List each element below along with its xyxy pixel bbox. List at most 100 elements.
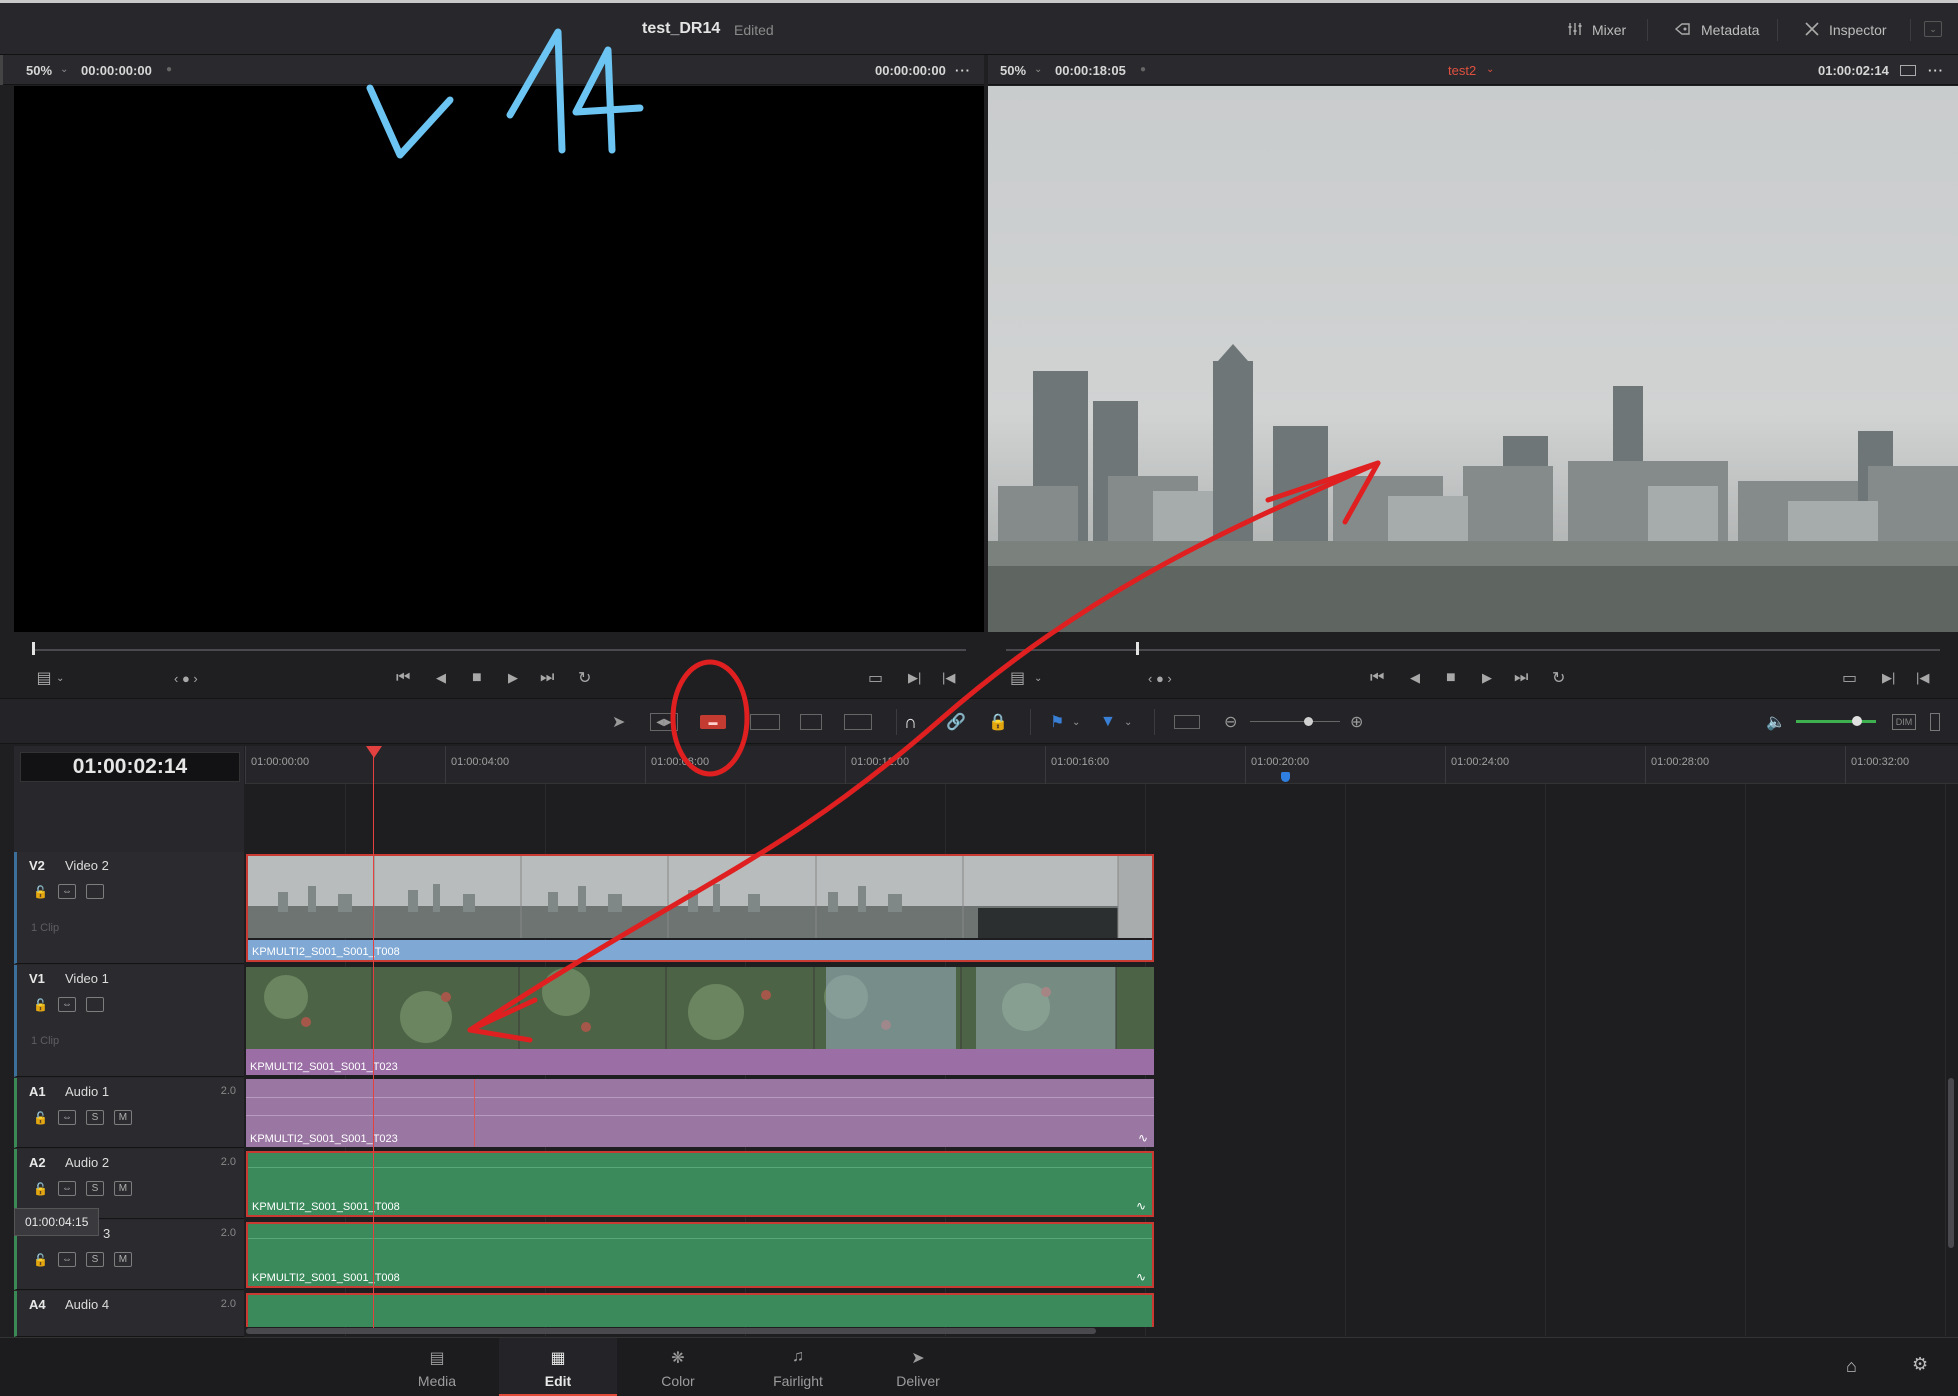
audio-curve-icon[interactable]: ∿ bbox=[1136, 1199, 1146, 1213]
source-zoom[interactable]: 50% bbox=[26, 63, 52, 78]
playhead-handle[interactable] bbox=[366, 746, 382, 758]
vertical-scrollbar[interactable] bbox=[1948, 1078, 1954, 1248]
insert-clip-icon[interactable] bbox=[750, 714, 780, 730]
timeline-marker[interactable] bbox=[1281, 772, 1290, 782]
dim-button[interactable]: DIM bbox=[1892, 714, 1916, 730]
audio-curve-icon[interactable]: ∿ bbox=[1136, 1270, 1146, 1284]
horizontal-scrollbar[interactable] bbox=[246, 1328, 1096, 1334]
track-header-v1[interactable]: V1 Video 1 🔓 ⇔ 1 Clip bbox=[14, 965, 244, 1077]
solo-button[interactable]: S bbox=[85, 1181, 104, 1196]
timeline-ruler[interactable]: 01:00:00:00 01:00:04:00 01:00:08:00 01:0… bbox=[245, 746, 1958, 784]
go-to-end-icon[interactable]: ⏭ bbox=[1514, 669, 1528, 687]
lock-icon[interactable]: 🔓 bbox=[33, 1182, 48, 1196]
loop-icon[interactable]: ↻ bbox=[1552, 668, 1565, 688]
track-name[interactable]: Video 1 bbox=[65, 971, 109, 986]
mark-out-icon[interactable]: ▶| bbox=[908, 670, 921, 686]
auto-select-icon[interactable]: ⇔ bbox=[57, 997, 76, 1012]
play-reverse-icon[interactable]: ◀ bbox=[436, 670, 446, 686]
auto-select-icon[interactable]: ⇔ bbox=[57, 884, 76, 899]
clip-v2[interactable]: KPMULTI2_S001_S001_T008 bbox=[246, 854, 1154, 962]
track-name[interactable]: Audio 2 bbox=[65, 1155, 109, 1170]
clip-view-icon[interactable]: ▤ bbox=[1010, 668, 1025, 688]
chevron-down-icon[interactable]: ⌄ bbox=[56, 673, 64, 684]
selection-tool-icon[interactable]: ➤ bbox=[612, 711, 625, 733]
lock-icon[interactable]: 🔓 bbox=[33, 1111, 48, 1125]
metadata-button[interactable]: Metadata bbox=[1674, 15, 1759, 45]
solo-button[interactable]: S bbox=[85, 1252, 104, 1267]
source-scrub-head[interactable] bbox=[32, 642, 35, 655]
trim-tool-icon[interactable]: ◀▶ bbox=[650, 713, 678, 731]
clip-a4[interactable] bbox=[246, 1293, 1154, 1327]
clip-v1[interactable]: KPMULTI2_S001_S001_T023 bbox=[246, 967, 1154, 1075]
gear-icon[interactable]: ⚙ bbox=[1912, 1354, 1928, 1375]
lock-icon[interactable]: 🔓 bbox=[33, 998, 48, 1012]
go-to-end-icon[interactable]: ⏭ bbox=[540, 669, 554, 687]
timeline-viewer[interactable] bbox=[988, 86, 1958, 632]
stop-icon[interactable]: ■ bbox=[472, 669, 482, 687]
chevron-down-icon[interactable]: ⌄ bbox=[1124, 711, 1132, 733]
overwrite-clip-icon[interactable] bbox=[800, 714, 822, 730]
track-header-a4[interactable]: A4 Audio 4 2.0 bbox=[14, 1291, 244, 1337]
position-lock-icon[interactable]: 🔒 bbox=[988, 711, 1008, 733]
zoom-in-icon[interactable]: ⊕ bbox=[1350, 711, 1363, 733]
volume-slider-knob[interactable] bbox=[1852, 716, 1862, 726]
chevron-down-icon[interactable]: ⌄ bbox=[1034, 64, 1042, 75]
auto-select-icon[interactable]: ⇔ bbox=[57, 1181, 76, 1196]
track-name[interactable]: Audio 4 bbox=[65, 1297, 109, 1312]
track-header-v2[interactable]: V2 Video 2 🔓 ⇔ 1 Clip bbox=[14, 852, 244, 964]
timeline-name[interactable]: test2 bbox=[1448, 63, 1476, 78]
stop-icon[interactable]: ■ bbox=[1446, 669, 1456, 687]
track-header-a1[interactable]: A1 Audio 1 2.0 🔓 ⇔ S M bbox=[14, 1078, 244, 1148]
mark-in-icon[interactable]: |◀ bbox=[942, 670, 955, 686]
match-frame-icon[interactable]: ▭ bbox=[868, 668, 883, 688]
mute-button[interactable]: M bbox=[113, 1181, 132, 1196]
collapse-icon[interactable]: ⌄ bbox=[1924, 21, 1942, 37]
volume-icon[interactable]: 🔈 bbox=[1766, 711, 1786, 733]
source-scrubber[interactable] bbox=[32, 649, 966, 651]
auto-select-icon[interactable]: ⇔ bbox=[57, 1110, 76, 1125]
clip-a2[interactable]: KPMULTI2_S001_S001_T008 ∿ bbox=[246, 1151, 1154, 1217]
blade-tool-icon[interactable]: ▬ bbox=[700, 715, 726, 729]
track-enable-icon[interactable] bbox=[85, 997, 104, 1012]
viewer-mode-icon[interactable] bbox=[1900, 65, 1916, 76]
track-enable-icon[interactable] bbox=[85, 884, 104, 899]
more-options-icon[interactable]: ··· bbox=[1928, 63, 1944, 78]
page-tab-fairlight[interactable]: ♫ Fairlight bbox=[739, 1338, 857, 1396]
page-tab-media[interactable]: ▤ Media bbox=[378, 1338, 496, 1396]
track-name[interactable]: Audio 1 bbox=[65, 1084, 109, 1099]
timeline-scrub-head[interactable] bbox=[1136, 642, 1139, 655]
mute-button[interactable]: M bbox=[113, 1252, 132, 1267]
zoom-out-icon[interactable]: ⊖ bbox=[1224, 711, 1237, 733]
source-viewer[interactable] bbox=[14, 86, 984, 632]
play-icon[interactable]: ▶ bbox=[508, 670, 518, 686]
zoom-slider[interactable] bbox=[1250, 721, 1340, 722]
lock-icon[interactable]: 🔓 bbox=[33, 1253, 48, 1267]
play-icon[interactable]: ▶ bbox=[1482, 670, 1492, 686]
chevron-down-icon[interactable]: ⌄ bbox=[60, 64, 68, 75]
volume-slider[interactable] bbox=[1796, 720, 1876, 723]
linked-selection-icon[interactable]: 🔗 bbox=[946, 711, 966, 733]
mixer-button[interactable]: Mixer bbox=[1567, 15, 1626, 45]
timeline-viewer-zoom[interactable]: 50% bbox=[1000, 63, 1026, 78]
snapping-icon[interactable]: ∩ bbox=[904, 711, 917, 733]
clip-a1[interactable]: KPMULTI2_S001_S001_T023 ∿ bbox=[246, 1079, 1154, 1147]
track-name[interactable]: 3 bbox=[103, 1226, 110, 1241]
track-name[interactable]: Video 2 bbox=[65, 858, 109, 873]
home-icon[interactable]: ⌂ bbox=[1846, 1356, 1857, 1377]
playhead[interactable] bbox=[373, 752, 374, 1328]
page-tab-edit[interactable]: ▦ Edit bbox=[499, 1338, 617, 1396]
lock-icon[interactable]: 🔓 bbox=[33, 885, 48, 899]
flag-icon[interactable]: ⚑ bbox=[1050, 711, 1064, 733]
auto-select-icon[interactable]: ⇔ bbox=[57, 1252, 76, 1267]
go-to-start-icon[interactable]: ⏮ bbox=[396, 669, 410, 687]
more-options-icon[interactable]: ··· bbox=[955, 63, 971, 78]
jog-control-icon[interactable]: ‹ ● › bbox=[1148, 671, 1172, 686]
inspector-button[interactable]: Inspector bbox=[1804, 15, 1887, 45]
timeline-scrubber[interactable] bbox=[1006, 649, 1940, 651]
chevron-down-icon[interactable]: ⌄ bbox=[1072, 711, 1080, 733]
page-tab-color[interactable]: ❋ Color bbox=[619, 1338, 737, 1396]
go-to-start-icon[interactable]: ⏮ bbox=[1370, 669, 1384, 687]
page-tab-deliver[interactable]: ➤ Deliver bbox=[859, 1338, 977, 1396]
jog-control-icon[interactable]: ‹ ● › bbox=[174, 671, 198, 686]
timeline-view-options-icon[interactable] bbox=[1174, 715, 1200, 729]
